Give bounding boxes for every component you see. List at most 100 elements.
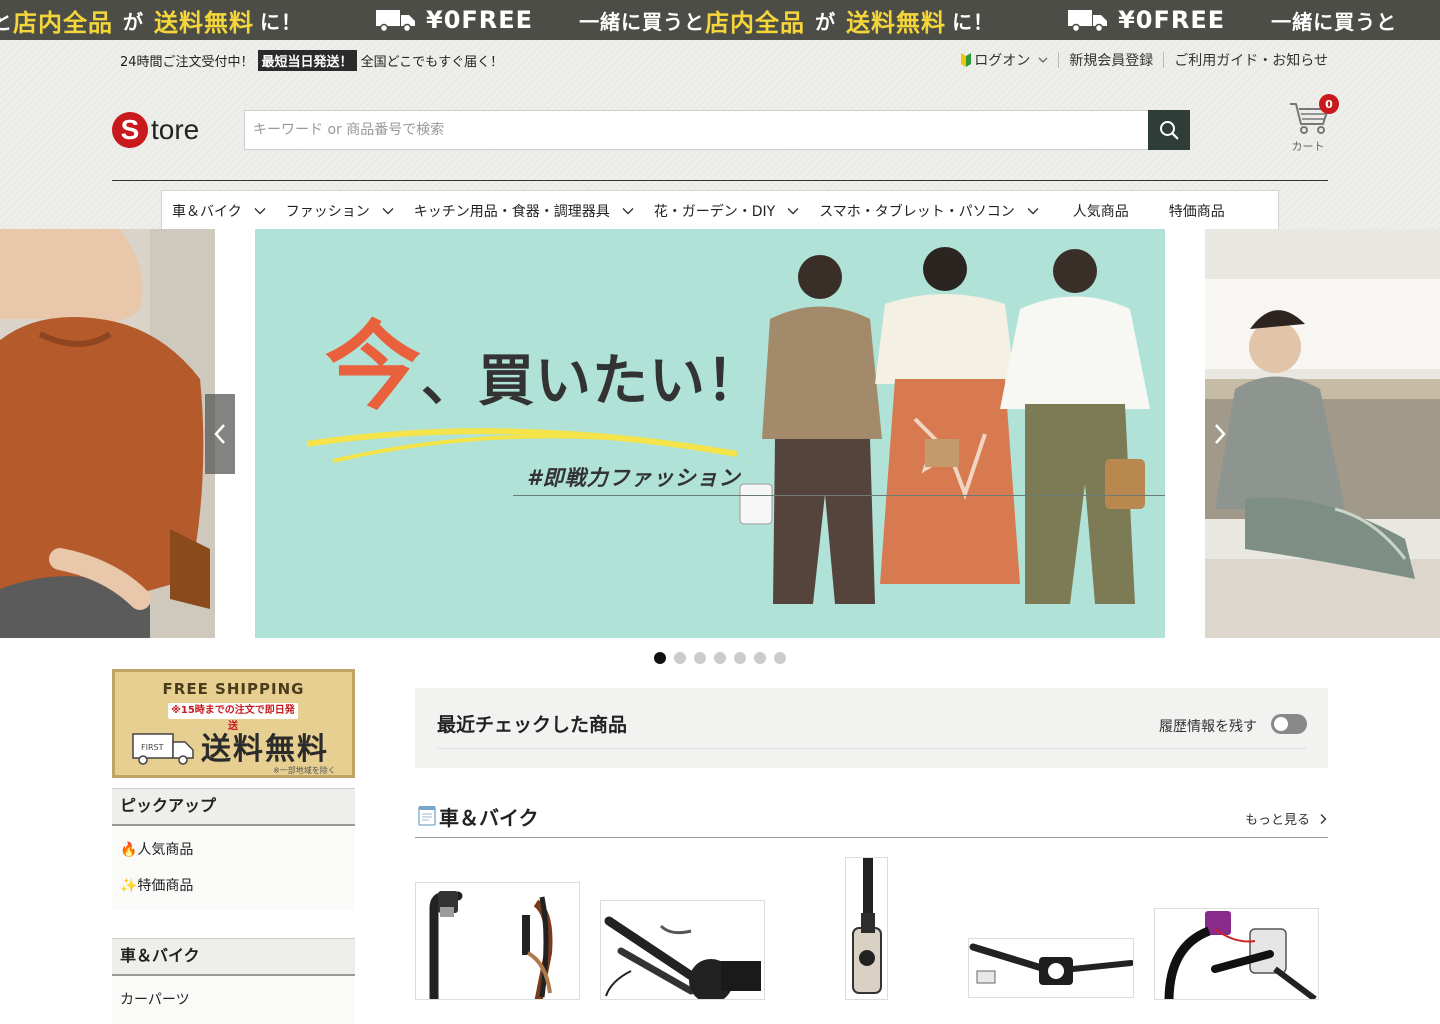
product-image	[1164, 911, 1317, 999]
ticker-text: 一緒に買うと	[579, 9, 706, 34]
ticker-highlight: 送料無料	[846, 8, 947, 37]
carousel-dot[interactable]	[694, 652, 706, 664]
cart-count-badge: 0	[1319, 94, 1339, 114]
category-label: 人気商品	[1072, 203, 1129, 220]
divider	[437, 748, 1306, 749]
category-popular[interactable]: 人気商品	[1049, 191, 1139, 231]
product-image	[969, 943, 1133, 985]
search-button[interactable]	[1148, 110, 1190, 150]
product-card[interactable]	[845, 857, 888, 1000]
ticker-free: ¥0FREE	[376, 6, 533, 34]
see-more-link[interactable]: もっと見る	[1245, 809, 1328, 828]
ticker-track: と 店内全品 が 送料無料 に！ ¥0FREE 一緒に買うと 店内全品 が 送料…	[0, 0, 1440, 40]
ticker-text: に！	[952, 9, 995, 34]
carousel-dot[interactable]	[734, 652, 746, 664]
same-day-badge: 最短当日発送！	[257, 49, 357, 71]
logo-text: tore	[151, 114, 200, 145]
loungewear-model-image	[1205, 229, 1440, 638]
ticker-text: 一緒に買うと	[1271, 9, 1398, 34]
ticker-highlight: 店内全品	[705, 8, 806, 37]
ticker-segment: 一緒に買うと 店内全品 が 送料無料 に！	[579, 3, 994, 38]
truck-label: FIRST	[141, 743, 164, 752]
chevron-down-icon	[622, 207, 634, 214]
product-card[interactable]	[968, 938, 1134, 998]
sidebar-item-car-parts[interactable]: カーパーツ	[112, 982, 355, 1018]
category-car-bike[interactable]: 車＆バイク	[162, 191, 276, 231]
truck-icon	[1068, 10, 1108, 32]
notice-text: 全国どこでもすぐ届く！	[360, 54, 504, 70]
carousel-dot[interactable]	[654, 652, 666, 664]
search-icon	[1160, 121, 1179, 140]
model-3	[1000, 249, 1150, 604]
banner-note: ※一部地域を除く	[273, 766, 336, 775]
cart-button[interactable]: 0 カート	[1286, 94, 1339, 156]
sidebar-item-popular[interactable]: 🔥人気商品	[112, 832, 355, 868]
login-label: ログオン	[974, 53, 1031, 69]
category-label: 車＆バイク	[172, 203, 242, 220]
see-more-label: もっと見る	[1244, 813, 1310, 828]
category-label: キッチン用品・食器・調理器具	[413, 203, 610, 220]
truck-icon: FIRST	[132, 733, 194, 765]
account-links: ログオン 新規会員登録 ご利用ガイド・お知らせ	[961, 49, 1328, 71]
history-toggle-label: 履歴情報を残す	[1159, 719, 1257, 735]
category-label: スマホ・タブレット・パソコン	[819, 203, 1015, 220]
ticker-free: ¥0FREE	[1068, 6, 1225, 34]
product-image	[604, 916, 761, 999]
category-kitchen[interactable]: キッチン用品・食器・調理器具	[404, 191, 644, 231]
carousel-dot[interactable]	[714, 652, 726, 664]
category-nav: 車＆バイク ファッション キッチン用品・食器・調理器具 花・ガーデン・DIY ス…	[161, 190, 1279, 230]
history-toggle[interactable]	[1271, 714, 1307, 734]
sidebar-heading-car-bike: 車＆バイク	[112, 938, 355, 976]
carousel-dot[interactable]	[754, 652, 766, 664]
sidebar: FREE SHIPPING ※15時までの注文で即日発送 FIRST 送料無料 …	[112, 669, 355, 1024]
ticker-highlight: 店内全品	[13, 8, 113, 37]
hero-headline: 今、買いたい！	[325, 319, 763, 417]
carousel-next-button[interactable]	[1205, 394, 1235, 474]
ticker-free-text: ¥0FREE	[426, 6, 534, 34]
store-logo[interactable]: S tore	[112, 112, 199, 148]
section-title: 車＆バイク	[439, 806, 539, 830]
hero-headline-text: 、買いたい！	[421, 349, 763, 414]
ticker-text: と	[0, 9, 13, 34]
sweater-model-image	[0, 229, 215, 638]
product-card[interactable]	[600, 900, 765, 1000]
carousel-pagination	[654, 652, 794, 664]
slide-preview-prev[interactable]	[0, 229, 215, 638]
logo-mark: S	[112, 112, 148, 148]
carousel-prev-button[interactable]	[205, 394, 235, 474]
carousel-dot[interactable]	[774, 652, 786, 664]
search-input[interactable]	[244, 110, 1148, 150]
recently-viewed-title: 最近チェックした商品	[437, 714, 628, 736]
category-smartphone-pc[interactable]: スマホ・タブレット・パソコン	[809, 191, 1049, 231]
header-divider	[112, 180, 1328, 181]
hero-headline-accent: 今	[325, 311, 421, 423]
category-garden-diy[interactable]: 花・ガーデン・DIY	[644, 191, 809, 231]
banner-headline: 送料無料	[201, 732, 329, 767]
sidebar-heading-pickup: ピックアップ	[112, 788, 355, 826]
sidebar-item-sale[interactable]: ✨特価商品	[112, 868, 355, 904]
cart-label: カート	[1291, 140, 1325, 153]
ticker-segment: と 店内全品 が 送料無料 に！	[0, 3, 302, 38]
chevron-down-icon	[1027, 207, 1039, 214]
banner-title: FREE SHIPPING	[162, 680, 305, 698]
free-shipping-banner[interactable]: FREE SHIPPING ※15時までの注文で即日発送 FIRST 送料無料 …	[112, 669, 355, 778]
notepad-icon	[418, 806, 436, 826]
chevron-down-icon	[787, 207, 799, 214]
truck-icon	[376, 10, 415, 32]
product-card[interactable]	[415, 882, 580, 1000]
ticker-segment: 一緒に買うと	[1271, 6, 1397, 35]
fashion-banner-image	[306, 247, 1150, 604]
category-fashion[interactable]: ファッション	[276, 191, 404, 231]
model-1	[762, 255, 882, 604]
login-link[interactable]: ログオン	[961, 50, 1048, 70]
register-link[interactable]: 新規会員登録	[1069, 50, 1153, 70]
slide-active[interactable]: 今、買いたい！ #即戦力ファッション	[255, 229, 1165, 638]
slide-preview-next[interactable]	[1205, 229, 1440, 638]
toggle-knob	[1274, 717, 1288, 731]
guide-link[interactable]: ご利用ガイド・お知らせ	[1174, 50, 1328, 70]
product-card[interactable]	[1154, 908, 1319, 1000]
hero-underline	[513, 495, 1165, 496]
category-sale[interactable]: 特価商品	[1139, 191, 1235, 231]
divider	[1163, 52, 1165, 68]
carousel-dot[interactable]	[674, 652, 686, 664]
